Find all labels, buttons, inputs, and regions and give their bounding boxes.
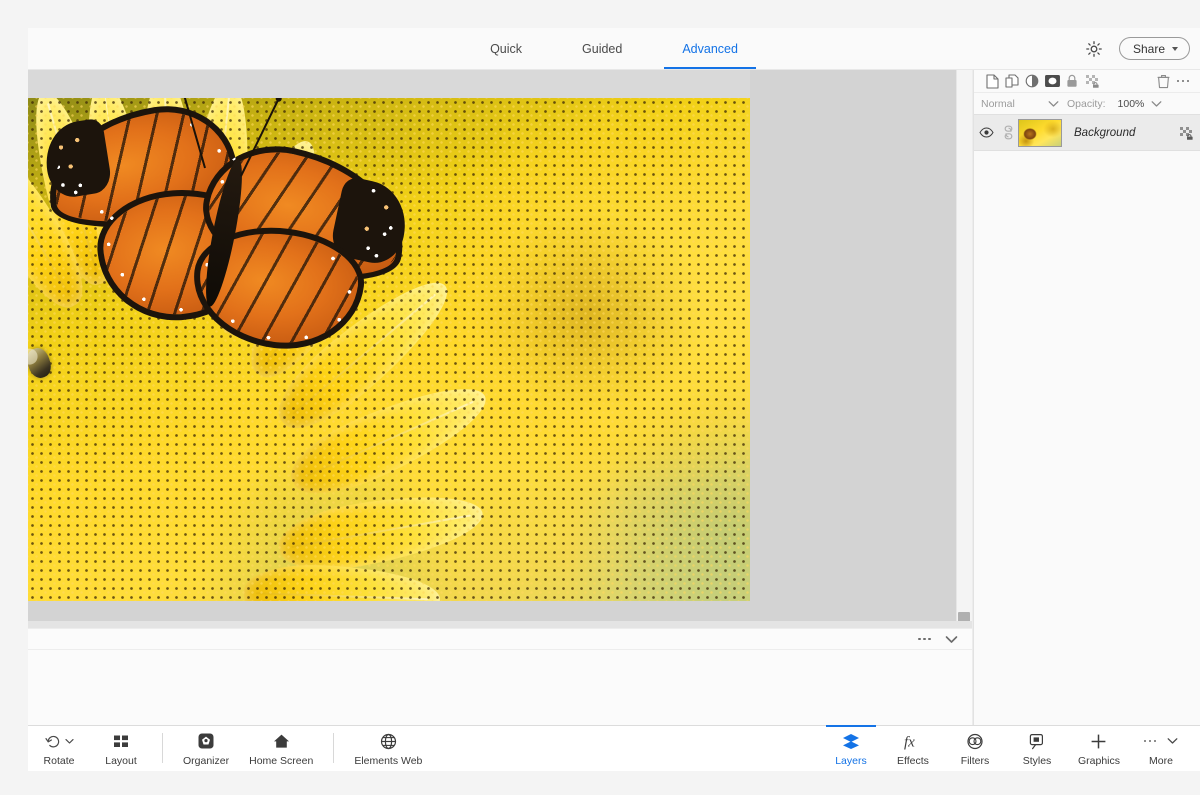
- home-screen-label: Home Screen: [249, 755, 314, 767]
- tool-options-panel: [28, 650, 972, 725]
- effects-label: Effects: [897, 755, 929, 767]
- organizer-label: Organizer: [183, 755, 230, 767]
- elements-web-button[interactable]: Elements Web: [344, 726, 432, 767]
- top-bar-actions: Share: [1083, 28, 1190, 69]
- more-label: More: [1149, 755, 1173, 767]
- tab-guided[interactable]: Guided: [564, 28, 640, 69]
- tab-advanced[interactable]: Advanced: [664, 28, 756, 69]
- blend-mode-row: Normal Opacity: 100%: [974, 93, 1200, 114]
- checker-lock-icon[interactable]: [1082, 71, 1102, 91]
- elements-web-label: Elements Web: [354, 755, 423, 767]
- more-button[interactable]: More: [1130, 726, 1192, 767]
- layout-grid-icon: [113, 731, 129, 751]
- page-icon[interactable]: [982, 71, 1002, 91]
- styles-label: Styles: [1022, 755, 1052, 767]
- opacity-value[interactable]: 100%: [1118, 98, 1145, 110]
- canvas-bottom-margin: [28, 621, 972, 628]
- layer-name[interactable]: Background: [1074, 127, 1171, 139]
- styles-button[interactable]: Styles: [1006, 726, 1068, 767]
- filters-label: Filters: [960, 755, 990, 767]
- blend-mode-value: Normal: [981, 97, 1015, 110]
- layers-panel: Normal Opacity: 100% Background: [973, 70, 1200, 725]
- window-top-gutter: [0, 0, 1200, 28]
- tool-options-bar: [28, 628, 972, 650]
- window-footer-gutter: [0, 771, 1200, 795]
- layer-thumbnail[interactable]: [1018, 118, 1062, 147]
- layers-panel-toolbar: [974, 70, 1200, 93]
- plus-icon: [1090, 731, 1107, 751]
- top-bar: Quick Guided Advanced Share: [28, 28, 1200, 69]
- home-icon: [273, 731, 290, 751]
- eye-icon[interactable]: [974, 127, 998, 138]
- opacity-label: Opacity:: [1067, 97, 1106, 110]
- organizer-button[interactable]: Organizer: [173, 726, 239, 767]
- mask-icon[interactable]: [1042, 71, 1062, 91]
- chevron-down-icon: [1172, 46, 1178, 51]
- canvas-area[interactable]: [28, 70, 956, 621]
- bottom-toolbar: Rotate Layout Organizer Home Screen Elem…: [28, 725, 1200, 771]
- fx-icon: fx: [903, 731, 923, 751]
- trash-icon[interactable]: [1153, 71, 1173, 91]
- tab-advanced-label: Advanced: [682, 41, 738, 56]
- toolbar-divider: [162, 733, 163, 763]
- photoshop-elements-window: Quick Guided Advanced Share Normal Opaci…: [0, 0, 1200, 795]
- share-button-label: Share: [1132, 41, 1165, 56]
- copy-icon[interactable]: [1002, 71, 1022, 91]
- graphics-label: Graphics: [1077, 755, 1120, 767]
- canvas-right-margin: [750, 70, 956, 621]
- chevron-down-icon[interactable]: [945, 635, 958, 644]
- layout-button[interactable]: Layout: [90, 726, 152, 767]
- checker-lock-icon: [1171, 126, 1200, 140]
- vertical-scrollbar-track[interactable]: [956, 70, 972, 621]
- rotate-label: Rotate: [43, 755, 75, 767]
- layers-button[interactable]: Layers: [820, 725, 882, 767]
- window-left-gutter: [0, 0, 28, 795]
- graphics-button[interactable]: Graphics: [1068, 726, 1130, 767]
- sun-icon[interactable]: [1083, 38, 1105, 60]
- editor-area: Normal Opacity: 100% Background: [28, 70, 1200, 725]
- share-button[interactable]: Share: [1118, 37, 1190, 60]
- document-image[interactable]: [28, 98, 750, 601]
- blend-mode-select[interactable]: Normal: [981, 98, 1059, 110]
- layer-thumbnail-image: [1019, 119, 1061, 146]
- layers-label: Layers: [835, 755, 867, 767]
- rotate-button[interactable]: Rotate: [28, 726, 90, 767]
- toolbar-divider: [333, 733, 335, 763]
- lock-icon[interactable]: [1062, 71, 1082, 91]
- tab-quick-label: Quick: [490, 41, 523, 56]
- tab-guided-label: Guided: [582, 41, 623, 56]
- rotate-ccw-icon: [44, 731, 74, 751]
- svg-text:fx: fx: [904, 734, 915, 750]
- layers-stack-icon: [842, 731, 860, 751]
- home-screen-button[interactable]: Home Screen: [239, 726, 323, 767]
- layout-label: Layout: [105, 755, 137, 767]
- mode-tabs: Quick Guided Advanced: [28, 28, 1200, 69]
- bottom-toolbar-right: Layers fx Effects Filters Styles Graphic…: [820, 725, 1200, 772]
- link-icon[interactable]: [998, 125, 1018, 140]
- more-dots-icon[interactable]: [1173, 71, 1193, 91]
- organizer-icon: [197, 731, 215, 751]
- half-circle-icon[interactable]: [1022, 71, 1042, 91]
- layer-row-background[interactable]: Background: [974, 114, 1200, 151]
- more-dots-icon[interactable]: [918, 637, 931, 641]
- more-dots-icon: [1143, 731, 1179, 751]
- tab-quick[interactable]: Quick: [472, 28, 540, 69]
- filters-button[interactable]: Filters: [944, 726, 1006, 767]
- bottom-toolbar-left: Rotate Layout Organizer Home Screen Elem…: [28, 726, 432, 772]
- chevron-down-icon: [1048, 100, 1059, 108]
- globe-icon: [380, 731, 397, 751]
- effects-button[interactable]: fx Effects: [882, 726, 944, 767]
- styles-icon: [1028, 731, 1045, 751]
- chevron-down-icon[interactable]: [1151, 100, 1162, 108]
- filters-icon: [966, 731, 984, 751]
